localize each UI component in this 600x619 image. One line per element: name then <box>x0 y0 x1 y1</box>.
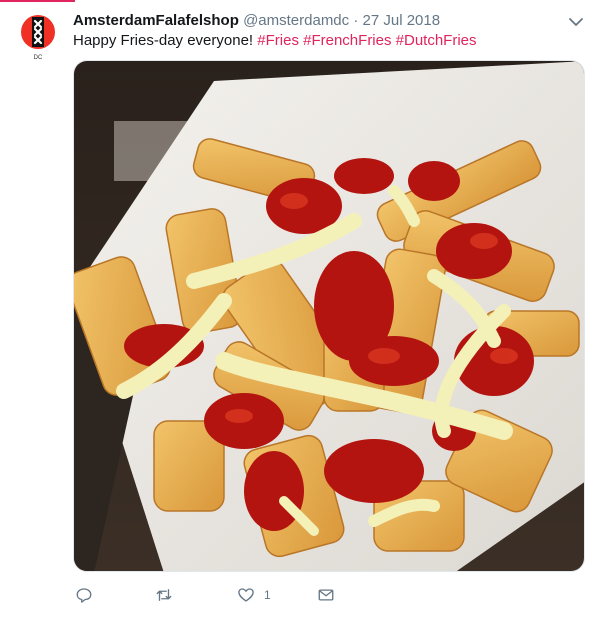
separator-dot: · <box>353 12 359 29</box>
tweet-card[interactable]: DC AmsterdamFalafelshop @amsterdamdc · 2… <box>0 0 600 619</box>
avatar[interactable]: DC <box>18 14 58 62</box>
fries-photo <box>74 61 584 571</box>
tweet-actions: 1 <box>73 584 493 606</box>
chevron-down-icon[interactable] <box>568 14 584 30</box>
direct-message-button[interactable] <box>317 584 335 606</box>
hashtag-dutchfries[interactable]: #DutchFries <box>396 32 477 49</box>
hashtag-frenchfries[interactable]: #FrenchFries <box>303 32 391 49</box>
avatar-caption: DC <box>34 55 43 61</box>
heart-icon <box>238 588 254 602</box>
retweet-icon <box>156 589 172 601</box>
tweet-header: AmsterdamFalafelshop @amsterdamdc · 27 J… <box>73 11 440 30</box>
tweet-photo[interactable] <box>73 60 585 572</box>
tweet-text: Happy Fries-day everyone! #Fries #French… <box>73 31 477 50</box>
tweet-body: Happy Fries-day everyone! <box>73 32 254 49</box>
reply-button[interactable] <box>75 584 93 606</box>
envelope-icon <box>318 589 334 601</box>
reply-icon <box>76 588 92 603</box>
display-name[interactable]: AmsterdamFalafelshop <box>73 12 239 29</box>
retweet-button[interactable] <box>155 584 173 606</box>
like-count: 1 <box>264 588 271 602</box>
like-button[interactable]: 1 <box>237 584 271 606</box>
user-handle[interactable]: @amsterdamdc <box>243 12 349 29</box>
hashtag-fries[interactable]: #Fries <box>257 32 299 49</box>
tweet-date[interactable]: 27 Jul 2018 <box>363 12 441 29</box>
